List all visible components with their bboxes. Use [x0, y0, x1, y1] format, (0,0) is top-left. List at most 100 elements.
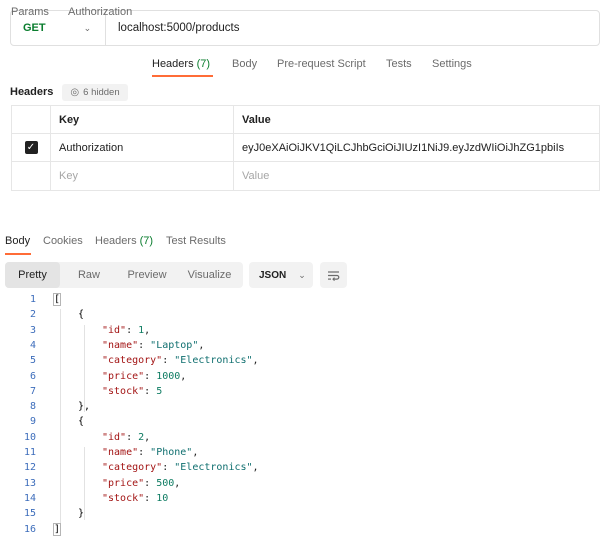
json-bracket: {: [78, 416, 85, 428]
json-key: "name": [102, 447, 139, 458]
json-bracket: ]: [52, 522, 62, 536]
code-line: 5 "category": "Electronics",: [0, 353, 600, 368]
json-value: "Phone": [150, 447, 193, 458]
tab-label: Headers: [95, 235, 137, 247]
code-text: "id": 1,: [102, 324, 151, 336]
code-text: "stock": 10: [102, 492, 169, 504]
response-tab-headers[interactable]: Headers (7): [95, 235, 153, 247]
tab-params[interactable]: Params: [11, 6, 49, 18]
json-value: 500: [156, 477, 175, 489]
hidden-headers-label: 6 hidden: [83, 86, 120, 98]
format-visualize-button[interactable]: Visualize: [176, 262, 243, 288]
wrap-lines-button[interactable]: [320, 262, 347, 288]
json-value: 1: [138, 324, 145, 336]
tab-label: Headers: [152, 58, 194, 70]
headers-table: Key Value ✓ Authorization eyJ0eXAiOiJKV1…: [11, 105, 600, 191]
tab-settings[interactable]: Settings: [432, 58, 472, 70]
header-check-cell: [12, 106, 51, 133]
language-label: JSON: [259, 269, 287, 281]
tab-label: Body: [232, 58, 258, 70]
json-value: "Electronics": [174, 355, 253, 367]
tab-label: Test Results: [166, 235, 226, 247]
json-key: "price": [102, 370, 145, 382]
code-line: 6 "price": 1000,: [0, 369, 600, 384]
tab-body[interactable]: Body: [232, 58, 257, 70]
table-row: ✓ Authorization eyJ0eXAiOiJKV1QiLCJhbGci…: [12, 134, 599, 162]
code-line: 15}: [0, 506, 600, 521]
json-value: "Laptop": [150, 339, 199, 351]
tab-headers[interactable]: Headers (7): [152, 58, 210, 70]
line-number: 4: [29, 339, 36, 351]
code-text: {: [78, 414, 84, 429]
tab-label: Params: [11, 6, 49, 18]
hidden-headers-toggle[interactable]: ◎ 6 hidden: [62, 83, 128, 101]
tab-label: Cookies: [43, 235, 83, 247]
row-check-cell: [12, 162, 51, 190]
line-number: 6: [29, 370, 36, 382]
new-value-input[interactable]: Value: [234, 162, 599, 190]
code-line: 13 "price": 500,: [0, 476, 600, 491]
json-key: "stock": [102, 492, 145, 504]
code-line: 4 "name": "Laptop",: [0, 338, 600, 353]
code-line: 8},: [0, 399, 600, 414]
header-enabled-checkbox[interactable]: ✓: [24, 141, 38, 154]
json-bracket: }: [78, 508, 85, 520]
code-text: ]: [52, 522, 62, 537]
tab-label: Settings: [432, 58, 472, 70]
tab-label: Body: [5, 235, 31, 247]
table-header-row: Key Value: [12, 106, 599, 134]
method-label: GET: [23, 22, 46, 34]
code-line: 7 "stock": 5: [0, 384, 600, 399]
line-number: 15: [23, 508, 36, 520]
code-text: "category": "Electronics",: [102, 355, 259, 367]
active-response-tab-indicator: [5, 253, 31, 255]
code-line: 12 "category": "Electronics",: [0, 460, 600, 475]
header-key-cell[interactable]: Authorization: [51, 134, 234, 161]
format-toggle-group: Pretty Raw Preview Visualize: [5, 262, 243, 288]
json-value: "Electronics": [174, 462, 253, 474]
json-value: 10: [156, 492, 169, 504]
response-tab-cookies[interactable]: Cookies: [43, 235, 83, 247]
line-number: 16: [23, 523, 36, 535]
json-value: 2: [138, 431, 145, 443]
language-select[interactable]: JSON ⌄: [249, 262, 313, 288]
eye-icon: ◎: [70, 86, 80, 98]
line-number: 14: [23, 492, 36, 504]
code-line: 9{: [0, 414, 600, 429]
new-key-input[interactable]: Key: [51, 162, 234, 190]
code-line: 14 "stock": 10: [0, 491, 600, 506]
tab-authorization[interactable]: Authorization: [68, 6, 132, 18]
tab-pre-request-script[interactable]: Pre-request Script: [277, 58, 366, 70]
code-text: "stock": 5: [102, 385, 163, 397]
header-value-cell[interactable]: eyJ0eXAiOiJKV1QiLCJhbGciOiJIUzI1NiJ9.eyJ…: [234, 134, 599, 161]
line-number: 2: [29, 309, 36, 321]
line-number: 1: [29, 294, 36, 305]
format-preview-button[interactable]: Preview: [118, 262, 176, 288]
line-number: 5: [29, 355, 36, 367]
url-input[interactable]: localhost:5000/products: [106, 22, 239, 34]
response-tab-test-results[interactable]: Test Results: [166, 235, 226, 247]
format-raw-button[interactable]: Raw: [60, 262, 118, 288]
headers-subheader: Headers ◎ 6 hidden: [10, 83, 128, 101]
json-key: "name": [102, 339, 139, 351]
line-number: 11: [23, 447, 36, 458]
tab-tests[interactable]: Tests: [386, 58, 412, 70]
json-key: "id": [102, 324, 127, 336]
table-row-new: Key Value: [12, 162, 599, 190]
json-value: 5: [156, 385, 163, 397]
line-number: 3: [29, 324, 36, 336]
code-text: "price": 1000,: [102, 370, 187, 382]
code-line: 2{: [0, 307, 600, 322]
tab-label: Authorization: [68, 6, 133, 18]
response-tab-body[interactable]: Body: [5, 235, 30, 247]
code-line: 1[: [0, 292, 600, 307]
line-number: 12: [23, 462, 36, 474]
line-number: 13: [23, 477, 36, 489]
json-bracket: {: [78, 309, 85, 321]
code-text: "id": 2,: [102, 431, 151, 443]
json-bracket: },: [78, 401, 91, 413]
column-header-key: Key: [51, 106, 234, 133]
line-number: 9: [29, 416, 36, 428]
code-text: "category": "Electronics",: [102, 462, 259, 474]
format-pretty-button[interactable]: Pretty: [5, 262, 60, 288]
